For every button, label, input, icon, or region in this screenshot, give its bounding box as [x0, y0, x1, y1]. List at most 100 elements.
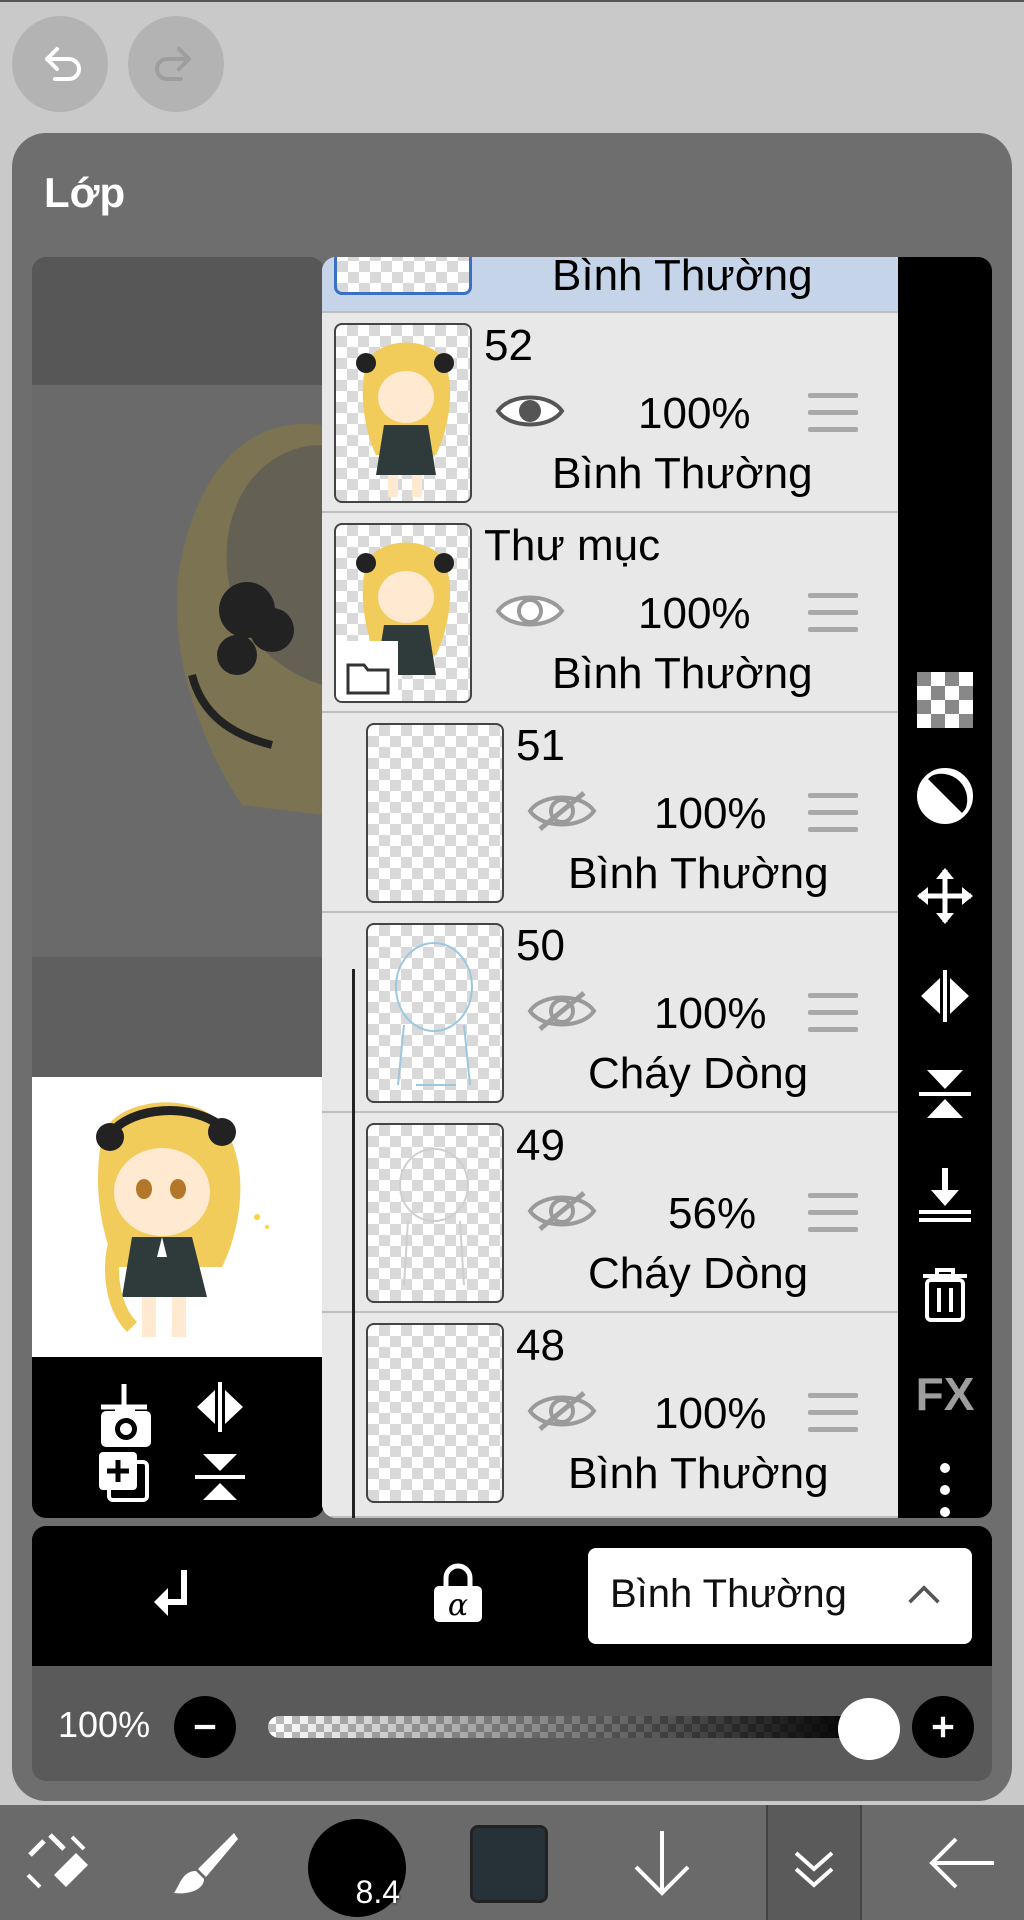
panel-title: Lớp	[44, 169, 126, 216]
trash-icon	[923, 1268, 967, 1322]
layer-name: 49	[516, 1121, 565, 1170]
arrow-down-icon	[634, 1831, 690, 1896]
layer-options-bar: α Bình Thường	[32, 1526, 992, 1666]
more-options-button[interactable]	[912, 1457, 978, 1523]
character-artwork-image	[96, 1102, 269, 1337]
layers-menu-button[interactable]	[774, 1823, 854, 1903]
opacity-increase-button[interactable]	[912, 1696, 974, 1758]
layer-thumbnail	[366, 723, 504, 903]
layer-drag-handle[interactable]	[808, 393, 858, 433]
merge-down-icon	[919, 1168, 971, 1222]
canvas-thumbnail[interactable]	[32, 1077, 324, 1357]
layer-down-button[interactable]	[622, 1823, 702, 1903]
flip-horizontal-button[interactable]	[912, 963, 978, 1029]
layer-row[interactable]: 50 100% Cháy Dòng	[322, 913, 898, 1113]
camera-icon	[101, 1405, 151, 1447]
more-icon	[940, 1463, 950, 1517]
visibility-eye-icon[interactable]	[494, 587, 566, 635]
hidden-eye-icon[interactable]	[526, 1387, 598, 1435]
layer-row[interactable]: Bình Thường	[322, 257, 898, 313]
double-chevron-down-icon	[794, 1851, 834, 1888]
flip-vertical-button[interactable]	[912, 1061, 978, 1127]
back-button[interactable]	[922, 1823, 1002, 1903]
flip-horizontal-icon	[921, 970, 969, 1022]
clip-arrow-icon[interactable]	[148, 1566, 208, 1626]
flip-vertical-preview-button[interactable]	[190, 1447, 250, 1507]
merge-down-button[interactable]	[912, 1161, 978, 1227]
svg-text:α: α	[448, 1588, 468, 1623]
top-bar	[0, 0, 1024, 125]
hidden-eye-icon[interactable]	[526, 1187, 598, 1235]
fx-button[interactable]: FX	[912, 1361, 978, 1427]
layer-drag-handle[interactable]	[808, 1393, 858, 1433]
redo-button[interactable]	[128, 16, 224, 112]
folder-indent-line	[352, 969, 355, 1518]
brush-tool-button[interactable]	[166, 1823, 246, 1903]
visibility-eye-icon[interactable]	[494, 387, 566, 435]
opacity-slider-knob[interactable]	[838, 1698, 900, 1760]
move-icon	[917, 868, 973, 924]
layer-blend-mode: Bình Thường	[552, 449, 813, 498]
layer-thumbnail	[334, 323, 472, 503]
transparent-bg-button[interactable]	[912, 667, 978, 733]
blend-mode-value: Bình Thường	[610, 1572, 847, 1616]
layer-thumbnail	[334, 257, 472, 295]
layer-thumbnail	[334, 523, 472, 703]
layer-drag-handle[interactable]	[808, 793, 858, 833]
layer-blend-mode: Bình Thường	[568, 1449, 829, 1498]
layer-opacity: 56%	[668, 1189, 757, 1238]
layer-opacity: 100%	[638, 589, 751, 638]
chevron-up-icon	[908, 1585, 940, 1604]
opacity-slider[interactable]	[268, 1716, 864, 1738]
alpha-lock-icon[interactable]: α	[428, 1562, 488, 1626]
opacity-control: 100%	[32, 1666, 992, 1781]
layer-list[interactable]: Bình Thường 52 100% Bình Thường Thư mục …	[322, 257, 898, 1518]
brush-size-indicator[interactable]: 8.4	[308, 1819, 406, 1917]
select-erase-icon	[26, 1833, 88, 1889]
canvas-preview	[32, 257, 324, 1518]
layer-row[interactable]: 52 100% Bình Thường	[322, 313, 898, 513]
layer-drag-handle[interactable]	[808, 593, 858, 633]
layer-row[interactable]: 48 100% Bình Thường	[322, 1313, 898, 1518]
layer-opacity: 100%	[654, 1389, 767, 1438]
color-swatch[interactable]	[470, 1825, 548, 1903]
hidden-eye-icon[interactable]	[526, 987, 598, 1035]
preview-top-area	[32, 257, 324, 385]
flip-horizontal-icon	[197, 1382, 243, 1432]
move-layer-button[interactable]	[912, 863, 978, 929]
duplicate-layer-button[interactable]	[94, 1447, 154, 1507]
duplicate-layer-icon	[99, 1452, 149, 1502]
transform-tool-button[interactable]	[18, 1823, 98, 1903]
layer-row[interactable]: Thư mục 100% Bình Thường	[322, 513, 898, 713]
layer-blend-mode: Cháy Dòng	[588, 1249, 809, 1298]
layer-opacity: 100%	[654, 989, 767, 1038]
layer-drag-handle[interactable]	[808, 993, 858, 1033]
brush-icon	[174, 1833, 238, 1894]
delete-layer-button[interactable]	[912, 1261, 978, 1327]
fx-icon: FX	[915, 1368, 975, 1420]
layer-name: 48	[516, 1321, 565, 1370]
plus-icon	[932, 1716, 954, 1738]
layer-drag-handle[interactable]	[808, 1193, 858, 1233]
layer-panel: Lớp Bình Thường 52 100% Bình Thường Thư …	[12, 133, 1012, 1801]
hidden-eye-icon[interactable]	[526, 787, 598, 835]
layer-thumbnail	[366, 1323, 504, 1503]
layer-opacity: 100%	[638, 389, 751, 438]
main-toolbar: 8.4	[0, 1805, 1024, 1920]
clipping-button[interactable]	[912, 763, 978, 829]
redo-icon	[155, 47, 191, 81]
layer-opacity: 100%	[654, 789, 767, 838]
preview-toolbox	[32, 1357, 324, 1518]
layer-row[interactable]: 51 100% Bình Thường	[322, 713, 898, 913]
import-photo-button[interactable]	[96, 1396, 156, 1456]
opacity-decrease-button[interactable]	[174, 1696, 236, 1758]
flip-vertical-icon	[919, 1070, 971, 1118]
flip-horizontal-preview-button[interactable]	[190, 1377, 250, 1437]
undo-button[interactable]	[12, 16, 108, 112]
layer-name: 51	[516, 721, 565, 770]
brush-size-value: 8.4	[355, 1874, 400, 1910]
layer-row[interactable]: 49 56% Cháy Dòng	[322, 1113, 898, 1313]
layer-blend-mode: Bình Thường	[552, 257, 813, 300]
layer-thumbnail	[366, 923, 504, 1103]
blend-mode-select[interactable]: Bình Thường	[588, 1548, 972, 1644]
